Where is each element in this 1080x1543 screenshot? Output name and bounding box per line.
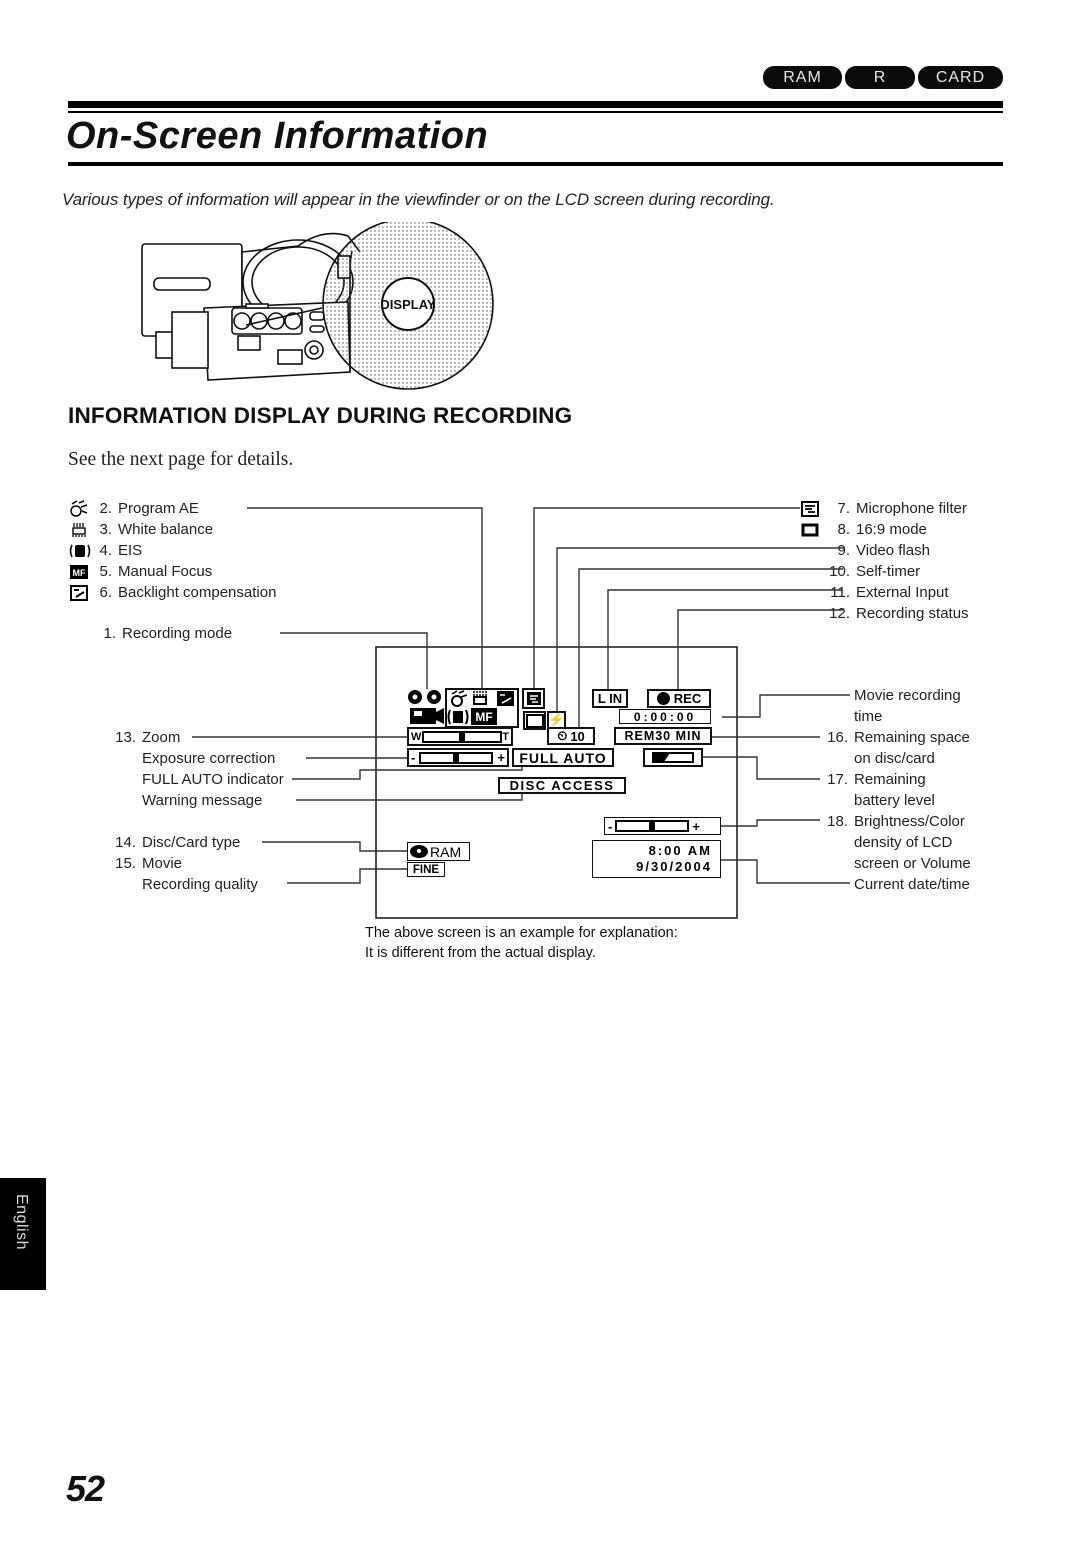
leader-brightness: [721, 819, 820, 827]
leader-battery: [702, 756, 820, 780]
leader-disc-type: [262, 841, 408, 852]
osd-backlight-icon: [497, 691, 514, 706]
battery-fill: [654, 754, 670, 761]
osd-external-input: L IN: [592, 689, 628, 708]
osd-recording-counter: 0:00:00: [619, 709, 711, 724]
manual-page: RAM R CARD On-Screen Information Various…: [0, 0, 1080, 1543]
osd-white-balance-icon: [473, 691, 487, 705]
zoom-marker: [458, 730, 465, 743]
osd-date-time: 8:00 AM 9/30/2004: [592, 840, 721, 878]
language-side-tab: English: [0, 1178, 46, 1290]
osd-program-ae-icon: [451, 690, 468, 707]
brightness-marker: [649, 820, 656, 832]
zoom-track: [421, 730, 502, 743]
osd-remaining-space: REM30 MIN: [614, 727, 712, 745]
exposure-marker: [453, 751, 460, 764]
osd-microphone-filter-icon: [522, 688, 545, 709]
leader-date-time: [720, 859, 850, 884]
osd-wide-mode-icon: [523, 711, 546, 730]
leader-recording-time: [722, 694, 850, 718]
page-number: 52: [66, 1468, 105, 1509]
leader-warning: [296, 794, 523, 801]
osd-zoom-bar: W T: [407, 727, 513, 746]
screen-caption: The above screen is an example for expla…: [365, 925, 678, 961]
osd-exposure-bar: - +: [407, 748, 509, 767]
osd-disc-type: RAM: [407, 842, 470, 861]
brightness-track: [615, 820, 690, 832]
leader-video-flash: [556, 547, 845, 711]
osd-battery-indicator: [643, 748, 703, 767]
leader-recording-status: [677, 609, 843, 689]
exposure-track: [419, 751, 494, 764]
record-dot-icon: [656, 692, 670, 705]
leader-quality: [287, 868, 408, 884]
leader-external-input: [607, 589, 843, 689]
osd-eis-icon: [447, 709, 469, 725]
disc-icon: [410, 845, 428, 858]
leader-program-ae: [247, 507, 483, 688]
osd-recording-status: REC: [647, 689, 711, 708]
osd-warning-message: DISC ACCESS: [498, 777, 626, 794]
battery-icon: [652, 752, 694, 763]
self-timer-icon: ⏲: [557, 728, 568, 743]
osd-manual-focus-icon: MF: [471, 708, 497, 725]
recording-mode-icon: [408, 690, 444, 724]
leader-recording-mode: [280, 632, 428, 689]
camera-settings-group: MF: [445, 688, 519, 728]
osd-quality: FINE: [407, 862, 445, 877]
leader-lines: [192, 507, 850, 919]
osd-time: 8:00 AM: [648, 843, 712, 858]
leader-microphone-filter: [533, 507, 800, 689]
osd-full-auto: FULL AUTO: [512, 748, 614, 767]
svg-text:MF: MF: [475, 710, 492, 724]
leader-full-auto: [292, 766, 523, 780]
osd-self-timer: ⏲ 10: [547, 727, 595, 745]
osd-date: 9/30/2004: [636, 859, 712, 874]
osd-brightness-bar: - +: [604, 817, 721, 835]
